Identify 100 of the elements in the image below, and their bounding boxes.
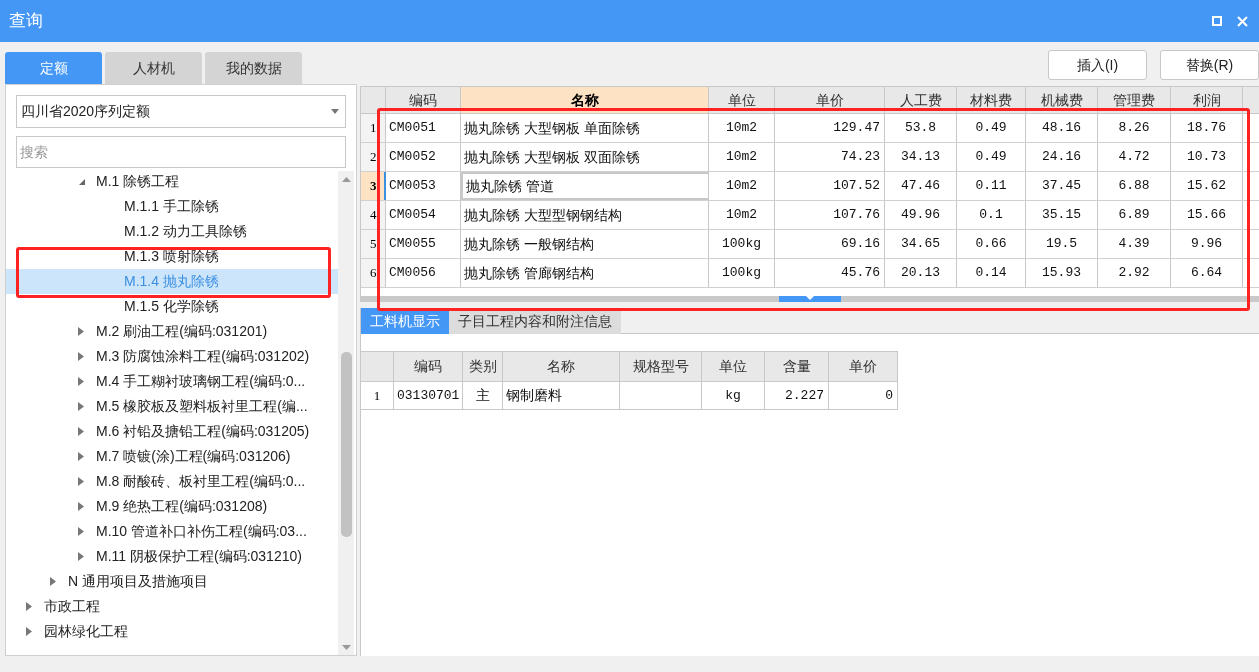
column-header[interactable]: 材料费 bbox=[957, 87, 1026, 113]
table-cell: CM0056 bbox=[386, 259, 461, 287]
tree-item[interactable]: M.1 除锈工程 bbox=[6, 169, 338, 194]
table-cell: 37.45 bbox=[1026, 172, 1098, 200]
table-cell: 18.76 bbox=[1171, 114, 1243, 142]
collapse-icon[interactable] bbox=[78, 177, 86, 186]
table-cell: 6.88 bbox=[1098, 172, 1171, 200]
column-header[interactable]: 名称 bbox=[503, 352, 620, 381]
table-cell: kg bbox=[702, 382, 765, 409]
splitter-handle[interactable] bbox=[778, 296, 841, 302]
scroll-down-icon[interactable] bbox=[341, 645, 351, 650]
table-cell: 48.16 bbox=[1026, 114, 1098, 142]
table-cell: 10m2 bbox=[709, 114, 775, 142]
tree-item[interactable]: M.1.1 手工除锈 bbox=[6, 194, 338, 219]
tree-item[interactable]: M.10 管道补口补伤工程(编码:03... bbox=[6, 519, 338, 544]
tree-item[interactable]: M.4 手工糊衬玻璃钢工程(编码:0... bbox=[6, 369, 338, 394]
table-cell: 6.64 bbox=[1171, 259, 1243, 287]
table-cell: 03130701 bbox=[394, 382, 463, 409]
column-header[interactable]: 单价 bbox=[775, 87, 885, 113]
column-header[interactable]: 管理费 bbox=[1098, 87, 1171, 113]
table-cell: 20.13 bbox=[885, 259, 957, 287]
tree-item[interactable]: M.7 喷镀(涂)工程(编码:031206) bbox=[6, 444, 338, 469]
scroll-up-icon[interactable] bbox=[341, 177, 351, 182]
table-cell: 15.62 bbox=[1171, 172, 1243, 200]
tree-item[interactable]: M.1.5 化学除锈 bbox=[6, 294, 338, 319]
tree-item[interactable]: 园林绿化工程 bbox=[6, 619, 338, 644]
table-cell: 0.11 bbox=[957, 172, 1026, 200]
table-cell: 74.23 bbox=[775, 143, 885, 171]
expand-icon[interactable] bbox=[78, 377, 84, 386]
column-header[interactable]: 名称 bbox=[461, 87, 709, 113]
column-header[interactable]: 人工费 bbox=[885, 87, 957, 113]
expand-icon[interactable] bbox=[78, 352, 84, 361]
expand-icon[interactable] bbox=[78, 477, 84, 486]
table-cell: 24.16 bbox=[1026, 143, 1098, 171]
expand-icon[interactable] bbox=[50, 577, 56, 586]
close-icon[interactable] bbox=[1237, 15, 1248, 27]
scroll-thumb[interactable] bbox=[340, 352, 352, 537]
tab[interactable]: 我的数据 bbox=[205, 52, 302, 84]
column-header[interactable]: 利润 bbox=[1171, 87, 1243, 113]
tree-item[interactable]: M.1.2 动力工具除锈 bbox=[6, 219, 338, 244]
column-header[interactable]: 编码 bbox=[394, 352, 463, 381]
table-cell: 0.66 bbox=[957, 230, 1026, 258]
tree-item[interactable]: M.1.3 喷射除锈 bbox=[6, 244, 338, 269]
table-cell: CM0054 bbox=[386, 201, 461, 229]
tree-item[interactable]: 市政工程 bbox=[6, 594, 338, 619]
column-header[interactable]: 类别 bbox=[463, 352, 503, 381]
tab[interactable]: 人材机 bbox=[105, 52, 202, 84]
expand-icon[interactable] bbox=[78, 527, 84, 536]
search-field[interactable]: 搜索 bbox=[16, 136, 346, 168]
table-cell: 0 bbox=[829, 382, 898, 409]
table-cell: 钢制磨料 bbox=[503, 382, 620, 409]
table-cell: 抛丸除锈 一般钢结构 bbox=[461, 230, 709, 258]
expand-icon[interactable] bbox=[78, 427, 84, 436]
tree-item[interactable]: M.5 橡胶板及塑料板衬里工程(编... bbox=[6, 394, 338, 419]
table-cell: 抛丸除锈 管廊钢结构 bbox=[461, 259, 709, 287]
tree-item[interactable]: M.8 耐酸砖、板衬里工程(编码:0... bbox=[6, 469, 338, 494]
table-cell: 8.26 bbox=[1098, 114, 1171, 142]
action-button[interactable]: 插入(I) bbox=[1048, 50, 1147, 80]
dropdown-icon bbox=[331, 109, 339, 114]
expand-icon[interactable] bbox=[78, 327, 84, 336]
table-cell: 100kg bbox=[709, 259, 775, 287]
table-cell: 49.96 bbox=[885, 201, 957, 229]
expand-icon[interactable] bbox=[26, 627, 32, 636]
table-cell: 10.73 bbox=[1171, 143, 1243, 171]
tree-item[interactable]: M.9 绝热工程(编码:031208) bbox=[6, 494, 338, 519]
table-cell: 抛丸除锈 大型型钢钢结构 bbox=[461, 201, 709, 229]
column-header[interactable]: 单位 bbox=[709, 87, 775, 113]
table-cell: 4.72 bbox=[1098, 143, 1171, 171]
table-cell: 6.89 bbox=[1098, 201, 1171, 229]
table-cell: 15.66 bbox=[1171, 201, 1243, 229]
table-cell: 抛丸除锈 大型钢板 双面除锈 bbox=[461, 143, 709, 171]
table-cell: CM0055 bbox=[386, 230, 461, 258]
table-cell: 9.96 bbox=[1171, 230, 1243, 258]
column-header[interactable]: 单位 bbox=[702, 352, 765, 381]
table-cell: 100kg bbox=[709, 230, 775, 258]
column-header[interactable]: 单价 bbox=[829, 352, 898, 381]
table-cell: 69.16 bbox=[775, 230, 885, 258]
action-button[interactable]: 替换(R) bbox=[1160, 50, 1259, 80]
expand-icon[interactable] bbox=[78, 552, 84, 561]
scrollbar[interactable] bbox=[338, 171, 354, 655]
column-header[interactable]: 含量 bbox=[765, 352, 829, 381]
tree-item[interactable]: M.3 防腐蚀涂料工程(编码:031202) bbox=[6, 344, 338, 369]
table-cell: 19.5 bbox=[1026, 230, 1098, 258]
expand-icon[interactable] bbox=[78, 452, 84, 461]
tree-item[interactable]: M.6 衬铅及搪铅工程(编码:031205) bbox=[6, 419, 338, 444]
column-header[interactable]: 规格型号 bbox=[620, 352, 702, 381]
table-cell: 0.49 bbox=[957, 114, 1026, 142]
expand-icon[interactable] bbox=[26, 602, 32, 611]
table-cell: 2.227 bbox=[765, 382, 829, 409]
column-header[interactable]: 机械费 bbox=[1026, 87, 1098, 113]
tree-item[interactable]: M.11 阴极保护工程(编码:031210) bbox=[6, 544, 338, 569]
expand-icon[interactable] bbox=[78, 502, 84, 511]
maximize-icon[interactable] bbox=[1212, 16, 1222, 26]
expand-icon[interactable] bbox=[78, 402, 84, 411]
tree-item[interactable]: N 通用项目及措施项目 bbox=[6, 569, 338, 594]
library-select[interactable]: 四川省2020序列定额 bbox=[16, 95, 346, 128]
table-cell: 45.76 bbox=[775, 259, 885, 287]
table-cell: 34.65 bbox=[885, 230, 957, 258]
table-cell: 0.1 bbox=[957, 201, 1026, 229]
tree-item[interactable]: M.2 刷油工程(编码:031201) bbox=[6, 319, 338, 344]
